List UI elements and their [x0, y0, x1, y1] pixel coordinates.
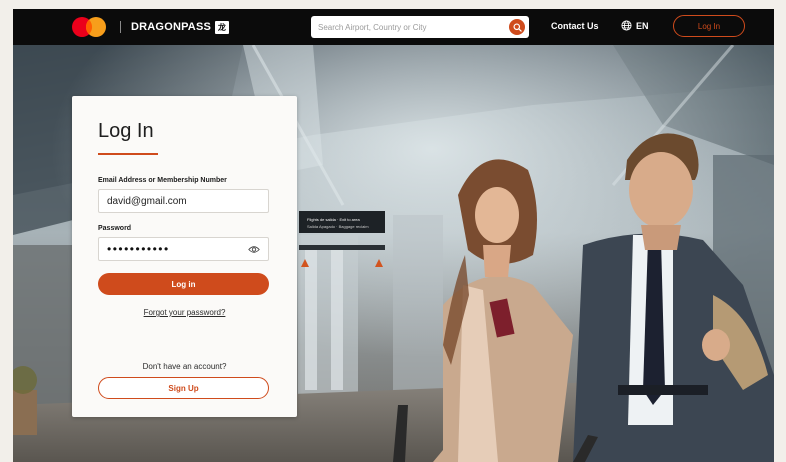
login-card: Log In Email Address or Membership Numbe…	[72, 96, 297, 417]
login-submit-button[interactable]: Log in	[98, 273, 269, 295]
brand-name: DRAGONPASS	[131, 21, 212, 33]
sign-up-button[interactable]: Sign Up	[98, 377, 269, 399]
eye-icon[interactable]	[248, 245, 260, 254]
search-input[interactable]	[318, 22, 498, 32]
svg-text:Salida Apagado · Baggage recla: Salida Apagado · Baggage reclaim	[307, 224, 369, 229]
language-label: EN	[636, 20, 649, 31]
brand-badge-icon: 龙	[215, 20, 230, 34]
page-frame: DRAGONPASS 龙 Contact Us EN Log	[13, 9, 774, 462]
logo-divider	[120, 21, 121, 33]
dragonpass-logo[interactable]: DRAGONPASS 龙	[131, 19, 230, 35]
mastercard-logo[interactable]	[71, 16, 107, 38]
login-title: Log In	[98, 120, 154, 142]
no-account-text: Don't have an account?	[142, 362, 227, 371]
header-login-button[interactable]: Log In	[673, 15, 745, 37]
email-field-container	[98, 189, 269, 213]
forgot-password-link[interactable]: Forgot your password?	[72, 308, 297, 317]
svg-text:Flights de salida · Exit to ar: Flights de salida · Exit to area	[307, 217, 360, 222]
language-selector[interactable]: EN	[621, 20, 649, 31]
contact-us-link[interactable]: Contact Us	[551, 21, 599, 31]
globe-icon	[621, 20, 632, 31]
email-field[interactable]	[99, 195, 247, 207]
password-field[interactable]	[99, 242, 247, 256]
search-bar	[311, 16, 529, 38]
password-field-container	[98, 237, 269, 261]
search-button[interactable]	[509, 19, 525, 35]
password-label: Password	[98, 225, 132, 232]
email-label: Email Address or Membership Number	[98, 177, 227, 184]
title-underline	[98, 153, 158, 155]
top-navigation-bar: DRAGONPASS 龙 Contact Us EN Log	[13, 9, 774, 45]
search-icon	[512, 22, 522, 32]
